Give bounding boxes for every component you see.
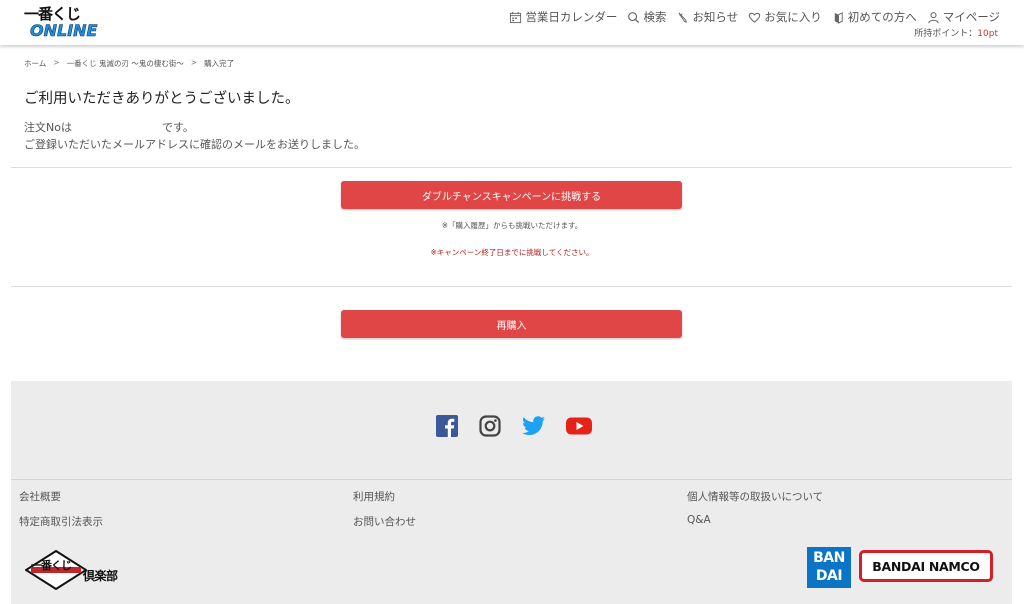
repurchase-button[interactable]: 再購入 <box>341 310 682 338</box>
nav-calendar[interactable]: 営業日カレンダー <box>509 9 617 25</box>
nav-label: 検索 <box>643 10 667 24</box>
nav-search[interactable]: 検索 <box>627 9 666 25</box>
site-header: 一番くじ ONLINE 営業日カレンダー 検索 お知らせ お気に入り 初めての方… <box>0 0 1024 45</box>
nav-label: マイページ <box>942 10 1000 24</box>
breadcrumb-separator: > <box>53 58 60 67</box>
breadcrumb-current: 購入完了 <box>204 59 235 68</box>
footer-divider <box>11 479 1012 480</box>
order-number-line: 注文Noは です。 <box>24 119 194 135</box>
social-links <box>11 415 1012 437</box>
footer-link-tokusho[interactable]: 特定商取引法表示 <box>19 514 103 529</box>
bell-icon <box>678 12 688 23</box>
bandai-namco-logo[interactable]: BANDAI NAMCO <box>859 550 993 582</box>
nav-label: 営業日カレンダー <box>525 10 618 24</box>
calendar-icon <box>510 11 522 23</box>
ichiban-kuji-club-logo[interactable]: 一番くじ 倶楽部 <box>25 550 135 592</box>
logo-bottom-text: ONLINE <box>30 21 98 40</box>
points-display: 所持ポイント：10pt <box>914 26 998 39</box>
points-label: 所持ポイント： <box>914 29 978 39</box>
nav-beginners[interactable]: 初めての方へ <box>832 9 917 25</box>
divider <box>11 286 1012 287</box>
bandai-logo[interactable]: BAN DAI <box>807 547 851 588</box>
footer-link-terms[interactable]: 利用規約 <box>353 489 395 504</box>
page-title: ご利用いただきありがとうございました。 <box>24 91 300 107</box>
history-note: ※「購入履歴」からも挑戦いただけます。 <box>441 221 583 230</box>
deadline-note: ※キャンペーン終了日までに挑戦してください。 <box>430 248 594 257</box>
search-icon <box>628 11 640 23</box>
breadcrumb: ホーム > 一番くじ 鬼滅の刃 〜鬼の棲む街〜 > 購入完了 <box>24 58 234 69</box>
youtube-icon[interactable] <box>565 415 592 437</box>
breadcrumb-separator: > <box>190 58 198 67</box>
twitter-icon[interactable] <box>522 415 545 437</box>
footer-link-privacy[interactable]: 個人情報等の取扱いについて <box>687 489 823 504</box>
footer-link-qa[interactable]: Q&A <box>687 514 711 526</box>
nav-label: お気に入り <box>764 10 822 24</box>
breadcrumb-home[interactable]: ホーム <box>24 58 46 69</box>
order-suffix: です。 <box>161 121 194 134</box>
points-value: 10pt <box>977 29 998 39</box>
bandai-line2: DAI <box>815 568 843 584</box>
footer-link-contact[interactable]: お問い合わせ <box>353 514 416 529</box>
mail-notice: ご登録いただいたメールアドレスに確認のメールをお送りしました。 <box>24 138 365 151</box>
nav-label: お知らせ <box>692 10 739 24</box>
campaign-button[interactable]: ダブルチャンスキャンペーンに挑戦する <box>341 181 682 209</box>
club-logo-text: 倶楽部 <box>83 569 118 583</box>
facebook-icon[interactable] <box>436 415 458 437</box>
site-footer: 会社概要 利用規約 個人情報等の取扱いについて 特定商取引法表示 お問い合わせ … <box>11 381 1012 604</box>
breadcrumb-product[interactable]: 一番くじ 鬼滅の刃 〜鬼の棲む街〜 <box>67 58 184 69</box>
club-logo-top: 一番くじ <box>31 559 72 572</box>
nav-label: 初めての方へ <box>847 10 917 24</box>
order-prefix: 注文Noは <box>24 121 72 134</box>
nav-news[interactable]: お知らせ <box>676 9 738 25</box>
footer-link-company[interactable]: 会社概要 <box>19 489 61 504</box>
bandai-line1: BAN <box>813 550 845 566</box>
user-icon <box>928 11 939 23</box>
leaf-icon <box>834 11 843 24</box>
header-nav: 営業日カレンダー 検索 お知らせ お気に入り 初めての方へ マイページ <box>509 8 1000 26</box>
nav-favorites[interactable]: お気に入り <box>748 9 822 25</box>
divider <box>11 167 1012 168</box>
heart-icon <box>748 12 761 23</box>
instagram-icon[interactable] <box>479 415 501 437</box>
nav-mypage[interactable]: マイページ <box>927 9 1000 25</box>
site-logo[interactable]: 一番くじ ONLINE <box>24 4 98 42</box>
